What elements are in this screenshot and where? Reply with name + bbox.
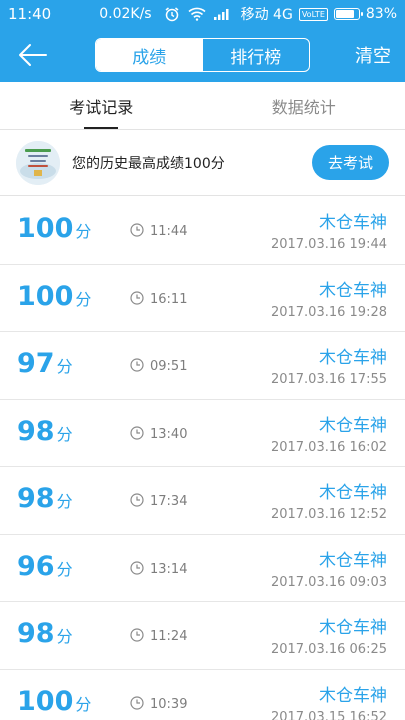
duration: 09:51 [150,359,188,374]
score-value: 100 [17,685,74,717]
username: 木仓车神 [319,550,387,571]
record-datetime: 2017.03.15 16:52 [270,709,387,720]
clock-icon [130,223,144,237]
avatar [16,140,60,185]
clock-icon [130,358,144,372]
score-value: 100 [17,213,74,244]
record-datetime: 2017.03.16 17:55 [270,372,387,387]
duration: 17:34 [150,494,188,509]
clock-icon [130,425,144,440]
status-bar: 11:40 0.02K/s 移动 4G VoLTE 83% [0,0,405,28]
score-value: 98 [17,618,55,649]
alarm-icon [165,7,179,22]
record-row[interactable]: 98 分 17:34 木仓车神 2017.03.16 12:52 [0,467,405,535]
tab-scores[interactable]: 成绩 [96,39,203,71]
score-value: 98 [17,415,55,447]
network-speed: 0.02K/s [99,6,152,22]
segmented-control: 成绩 排行榜 [95,38,310,72]
tab-data-statistics[interactable]: 数据统计 [203,82,405,129]
score: 97 分 [17,348,73,379]
score-value: 97 [17,348,55,379]
volte-badge: VoLTE [298,7,328,21]
score-unit: 分 [56,424,73,444]
username: 木仓车神 [319,348,387,368]
duration: 13:40 [150,426,188,442]
score-value: 98 [17,483,55,514]
score-unit: 分 [75,222,92,241]
username: 木仓车神 [319,685,387,706]
tab-exam-records[interactable]: 考试记录 [0,82,203,129]
score: 100 分 [17,213,91,244]
signal-icon [213,9,229,20]
score-unit: 分 [56,492,73,511]
username: 木仓车神 [319,618,387,638]
battery-icon [333,8,363,20]
score: 98 分 [17,483,73,514]
duration: 10:39 [150,696,188,712]
clock-icon [130,560,144,575]
tab-exam-records-label: 考试记录 [69,97,134,117]
username: 木仓车神 [319,280,387,301]
score-unit: 分 [75,289,92,309]
active-tab-indicator [84,127,119,129]
score: 96 分 [17,551,73,582]
record-row[interactable]: 98 分 11:24 木仓车神 2017.03.16 06:25 [0,602,405,670]
battery-percent: 83% [365,6,397,22]
record-datetime: 2017.03.16 19:44 [270,237,387,252]
score-unit: 分 [56,627,73,646]
status-time: 11:40 [8,5,52,23]
clock-icon [130,493,144,507]
record-row[interactable]: 100 分 16:11 木仓车神 2017.03.16 19:28 [0,265,405,332]
username: 木仓车神 [319,213,387,233]
clock-icon [130,695,144,710]
best-score-text: 您的历史最高成绩100分 [72,155,225,172]
record-datetime: 2017.03.16 06:25 [270,642,387,657]
record-datetime: 2017.03.16 12:52 [270,507,387,522]
score-unit: 分 [75,694,92,714]
tab-data-statistics-label: 数据统计 [271,97,336,117]
best-score-card: 您的历史最高成绩100分 去考试 [0,130,405,196]
clock-icon [130,628,144,642]
sub-tabs: 考试记录 数据统计 [0,82,405,130]
record-row[interactable]: 100 分 11:44 木仓车神 2017.03.16 19:44 [0,197,405,265]
record-row[interactable]: 96 分 13:14 木仓车神 2017.03.16 09:03 [0,535,405,602]
record-datetime: 2017.03.16 09:03 [270,574,387,590]
app-header: 成绩 排行榜 清空 [0,28,405,82]
score-unit: 分 [56,357,73,376]
score: 98 分 [17,618,73,649]
username: 木仓车神 [319,415,387,436]
take-exam-button[interactable]: 去考试 [311,145,389,180]
duration: 16:11 [150,291,188,307]
record-row[interactable]: 97 分 09:51 木仓车神 2017.03.16 17:55 [0,332,405,400]
duration: 11:44 [150,224,188,239]
username: 木仓车神 [319,483,387,503]
record-datetime: 2017.03.16 19:28 [270,304,387,320]
score-value: 100 [17,280,74,312]
score: 100 分 [17,686,91,717]
clear-button[interactable]: 清空 [355,42,391,68]
arrow-left-icon [19,44,47,66]
score-value: 96 [17,550,55,582]
duration: 13:14 [150,561,188,577]
score: 100 分 [17,281,91,312]
back-button[interactable] [16,40,50,70]
clock-icon [130,290,144,305]
carrier: 移动 4G [240,7,293,23]
record-datetime: 2017.03.16 16:02 [270,439,387,455]
record-row[interactable]: 98 分 13:40 木仓车神 2017.03.16 16:02 [0,400,405,467]
duration: 11:24 [150,629,188,644]
score: 98 分 [17,416,73,447]
wifi-icon [188,7,206,21]
records-list: 100 分 11:44 木仓车神 2017.03.16 19:44 100 分 16… [0,197,405,720]
record-row[interactable]: 100 分 10:39 木仓车神 2017.03.15 16:52 [0,670,405,720]
tab-leaderboard[interactable]: 排行榜 [203,39,310,71]
score-unit: 分 [56,559,73,579]
